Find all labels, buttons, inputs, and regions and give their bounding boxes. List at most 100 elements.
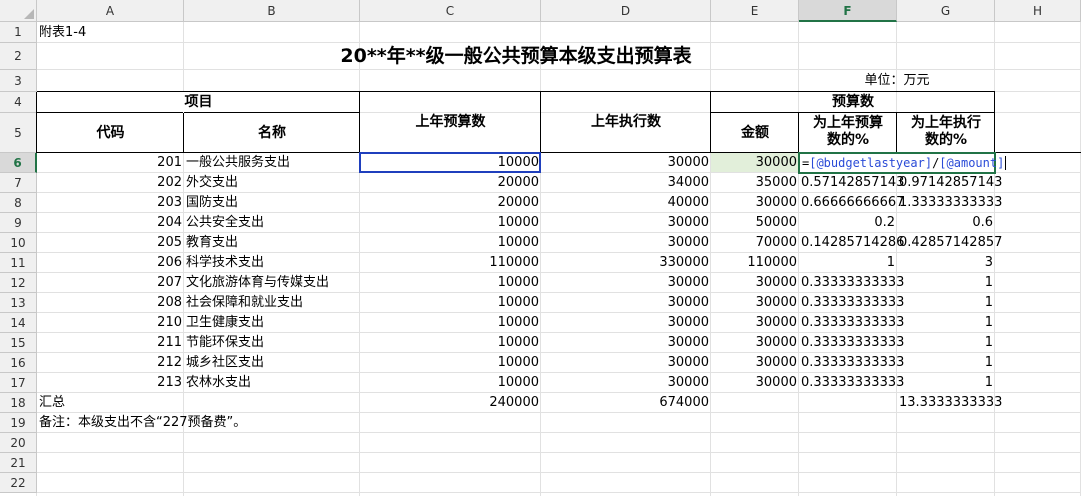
last-exec-cell[interactable]: 30000 bbox=[541, 333, 711, 353]
select-all-corner[interactable] bbox=[0, 0, 37, 22]
note-cell[interactable]: 备注：本级支出不含“227预备费”。 bbox=[37, 413, 711, 433]
row-header-19[interactable]: 19 bbox=[0, 413, 37, 433]
name-cell[interactable]: 节能环保支出 bbox=[184, 333, 360, 353]
pct-budget-cell[interactable]: 0.57142857143 bbox=[799, 173, 904, 193]
amount-cell[interactable]: 30000 bbox=[711, 153, 799, 173]
row-header-18[interactable]: 18 bbox=[0, 393, 37, 413]
pct-budget-cell[interactable]: 0.33333333333 bbox=[799, 273, 904, 293]
name-cell[interactable]: 农林水支出 bbox=[184, 373, 360, 393]
row-header-6[interactable]: 6 bbox=[0, 153, 37, 173]
column-header-b[interactable]: B bbox=[184, 0, 360, 22]
name-cell[interactable]: 一般公共服务支出 bbox=[184, 153, 360, 173]
last-exec-cell[interactable]: 30000 bbox=[541, 353, 711, 373]
code-cell[interactable]: 205 bbox=[37, 233, 184, 253]
last-budget-cell[interactable]: 10000 bbox=[360, 313, 541, 333]
code-cell[interactable]: 212 bbox=[37, 353, 184, 373]
amount-cell[interactable]: 110000 bbox=[711, 253, 799, 273]
row-header-9[interactable]: 9 bbox=[0, 213, 37, 233]
row-header-10[interactable]: 10 bbox=[0, 233, 37, 253]
pct-budget-cell[interactable]: 0.66666666667 bbox=[799, 193, 904, 213]
last-budget-cell[interactable]: 20000 bbox=[360, 173, 541, 193]
row-header-11[interactable]: 11 bbox=[0, 253, 37, 273]
row-header-17[interactable]: 17 bbox=[0, 373, 37, 393]
amount-cell[interactable]: 30000 bbox=[711, 313, 799, 333]
last-exec-cell[interactable]: 30000 bbox=[541, 213, 711, 233]
column-header-a[interactable]: A bbox=[37, 0, 184, 22]
last-budget-cell[interactable]: 10000 bbox=[360, 333, 541, 353]
header-code[interactable]: 代码 bbox=[37, 113, 184, 153]
name-cell[interactable]: 教育支出 bbox=[184, 233, 360, 253]
row-header-1[interactable]: 1 bbox=[0, 22, 37, 43]
last-exec-cell[interactable]: 34000 bbox=[541, 173, 711, 193]
column-header-g[interactable]: G bbox=[897, 0, 995, 22]
row-header-4[interactable]: 4 bbox=[0, 92, 37, 113]
pct-budget-cell[interactable]: 0.33333333333 bbox=[799, 353, 904, 373]
header-budget[interactable]: 预算数 bbox=[711, 92, 995, 113]
header-last-budget[interactable]: 上年预算数 bbox=[360, 92, 541, 153]
amount-cell[interactable]: 50000 bbox=[711, 213, 799, 233]
amount-cell[interactable]: 30000 bbox=[711, 353, 799, 373]
amount-cell[interactable]: 30000 bbox=[711, 193, 799, 213]
row-header-14[interactable]: 14 bbox=[0, 313, 37, 333]
pct-budget-cell[interactable]: 0.2 bbox=[799, 213, 897, 233]
last-budget-cell[interactable]: 10000 bbox=[360, 233, 541, 253]
column-header-c[interactable]: C bbox=[360, 0, 541, 22]
pct-budget-cell[interactable]: 0.33333333333 bbox=[799, 313, 904, 333]
name-cell[interactable]: 公共安全支出 bbox=[184, 213, 360, 233]
last-budget-cell[interactable]: 20000 bbox=[360, 193, 541, 213]
row-header-12[interactable]: 12 bbox=[0, 273, 37, 293]
column-header-h[interactable]: H bbox=[995, 0, 1081, 22]
pct-budget-cell[interactable]: 0.33333333333 bbox=[799, 293, 904, 313]
row-header-7[interactable]: 7 bbox=[0, 173, 37, 193]
code-cell[interactable]: 206 bbox=[37, 253, 184, 273]
pct-exec-cell[interactable]: 0.42857142857 bbox=[897, 233, 1002, 253]
row-header-15[interactable]: 15 bbox=[0, 333, 37, 353]
row-header-22[interactable]: 22 bbox=[0, 473, 37, 493]
amount-cell[interactable]: 35000 bbox=[711, 173, 799, 193]
last-budget-cell[interactable]: 10000 bbox=[360, 213, 541, 233]
last-budget-cell[interactable]: 10000 bbox=[360, 353, 541, 373]
pct-budget-cell[interactable]: 0.33333333333 bbox=[799, 373, 904, 393]
row-header-8[interactable]: 8 bbox=[0, 193, 37, 213]
name-cell[interactable]: 卫生健康支出 bbox=[184, 313, 360, 333]
code-cell[interactable]: 203 bbox=[37, 193, 184, 213]
total-last-exec[interactable]: 674000 bbox=[541, 393, 711, 413]
code-cell[interactable]: 202 bbox=[37, 173, 184, 193]
pct-budget-cell[interactable]: 0.33333333333 bbox=[799, 333, 904, 353]
last-exec-cell[interactable]: 30000 bbox=[541, 293, 711, 313]
header-last-exec[interactable]: 上年执行数 bbox=[541, 92, 711, 153]
name-cell[interactable]: 社会保障和就业支出 bbox=[184, 293, 360, 313]
total-pct-exec[interactable]: 13.3333333333 bbox=[897, 393, 1002, 413]
column-header-d[interactable]: D bbox=[541, 0, 711, 22]
last-budget-cell[interactable]: 10000 bbox=[360, 373, 541, 393]
name-cell[interactable]: 城乡社区支出 bbox=[184, 353, 360, 373]
last-exec-cell[interactable]: 30000 bbox=[541, 153, 711, 173]
row-header-20[interactable]: 20 bbox=[0, 433, 37, 453]
code-cell[interactable]: 210 bbox=[37, 313, 184, 333]
pct-exec-cell[interactable]: 1 bbox=[897, 273, 995, 293]
header-project[interactable]: 项目 bbox=[37, 92, 360, 113]
name-cell[interactable]: 科学技术支出 bbox=[184, 253, 360, 273]
code-cell[interactable]: 207 bbox=[37, 273, 184, 293]
amount-cell[interactable]: 70000 bbox=[711, 233, 799, 253]
code-cell[interactable]: 208 bbox=[37, 293, 184, 313]
code-cell[interactable]: 204 bbox=[37, 213, 184, 233]
name-cell[interactable]: 文化旅游体育与传媒支出 bbox=[184, 273, 360, 293]
header-amount[interactable]: 金额 bbox=[711, 113, 799, 153]
amount-cell[interactable]: 30000 bbox=[711, 293, 799, 313]
last-budget-cell[interactable]: 10000 bbox=[360, 273, 541, 293]
last-exec-cell[interactable]: 30000 bbox=[541, 373, 711, 393]
row-header-5[interactable]: 5 bbox=[0, 113, 37, 153]
header-pct-exec[interactable]: 为上年执行 数的% bbox=[897, 113, 995, 153]
last-exec-cell[interactable]: 30000 bbox=[541, 233, 711, 253]
last-budget-cell[interactable]: 10000 bbox=[360, 293, 541, 313]
amount-cell[interactable]: 30000 bbox=[711, 333, 799, 353]
header-pct-budget[interactable]: 为上年预算 数的% bbox=[799, 113, 897, 153]
cell-a1[interactable]: 附表1-4 bbox=[37, 22, 184, 43]
last-budget-cell[interactable]: 110000 bbox=[360, 253, 541, 273]
pct-exec-cell[interactable]: 1 bbox=[897, 353, 995, 373]
total-last-budget[interactable]: 240000 bbox=[360, 393, 541, 413]
name-cell[interactable]: 外交支出 bbox=[184, 173, 360, 193]
pct-exec-cell[interactable]: 0.97142857143 bbox=[897, 173, 1002, 193]
pct-exec-cell[interactable]: 1 bbox=[897, 293, 995, 313]
